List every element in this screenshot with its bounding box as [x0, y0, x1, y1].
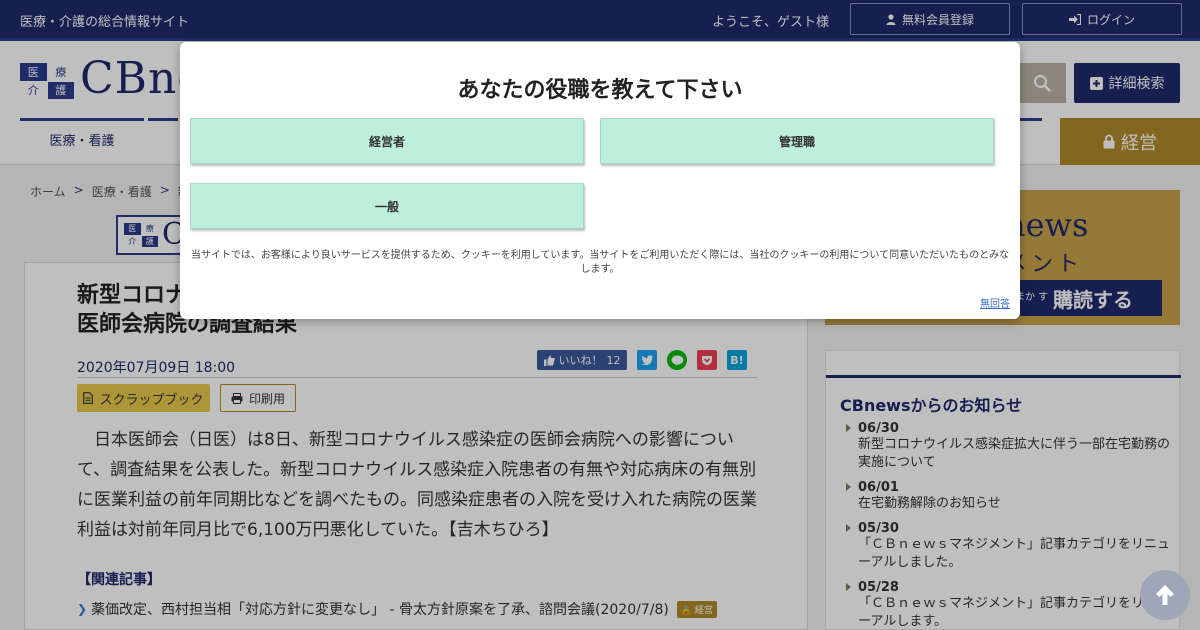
role-option-executive[interactable]: 経営者 — [190, 118, 584, 164]
role-option-manager[interactable]: 管理職 — [600, 118, 994, 164]
arrow-up-icon — [1156, 585, 1174, 605]
role-survey-modal: あなたの役職を教えて下さい 経営者 管理職 一般 当サイトでは、お客様により良い… — [180, 42, 1020, 319]
cookie-notice: 当サイトでは、お客様により良いサービスを提供するため、クッキーを利用しています。… — [190, 250, 1010, 275]
back-to-top-button[interactable] — [1140, 570, 1190, 620]
modal-title: あなたの役職を教えて下さい — [457, 78, 743, 103]
no-answer-link[interactable]: 無回答 — [980, 295, 1010, 310]
role-option-general[interactable]: 一般 — [190, 183, 584, 229]
